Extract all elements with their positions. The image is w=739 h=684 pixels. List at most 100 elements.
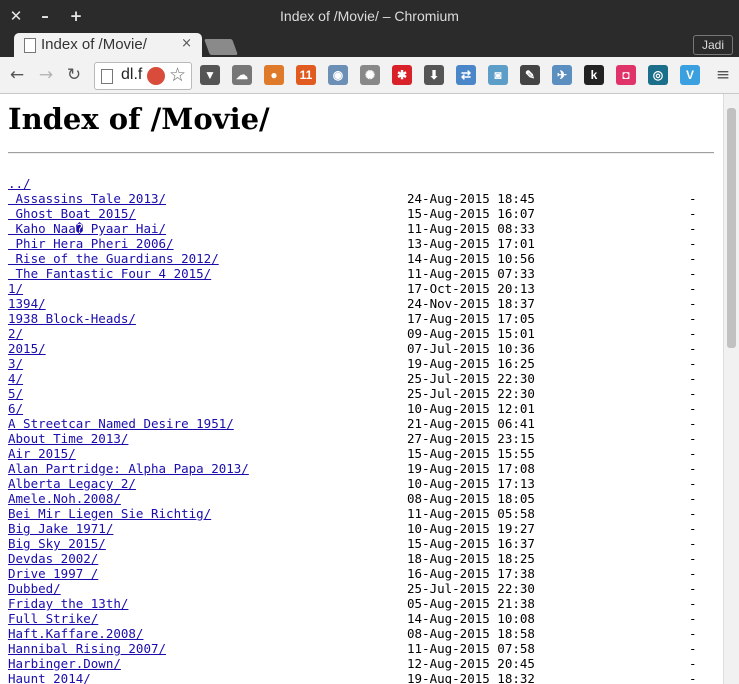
entry-link[interactable]: Air 2015/ xyxy=(8,446,76,461)
entry-date: 19-Aug-2015 18:32 xyxy=(407,671,535,684)
entry-size: - xyxy=(689,401,697,416)
listing-row: 1394/24-Nov-2015 18:37 - xyxy=(8,296,708,311)
entry-link[interactable]: Drive 1997 / xyxy=(8,566,98,581)
entry-date: 19-Aug-2015 16:25 xyxy=(407,356,535,371)
entry-link[interactable]: Big Jake 1971/ xyxy=(8,521,113,536)
entry-link[interactable]: Alberta Legacy 2/ xyxy=(8,476,136,491)
listing-row: Assassins Tale 2013/24-Aug-2015 18:45 - xyxy=(8,191,708,206)
entry-link[interactable]: Harbinger.Down/ xyxy=(8,656,121,671)
entry-size: - xyxy=(689,551,697,566)
entry-size: - xyxy=(689,566,697,581)
new-tab-button[interactable] xyxy=(204,39,238,55)
entry-link[interactable]: Devdas 2002/ xyxy=(8,551,98,566)
entry-link[interactable]: 4/ xyxy=(8,371,23,386)
menu-icon[interactable]: ≡ xyxy=(714,65,732,85)
entry-link[interactable]: Full Strike/ xyxy=(8,611,98,626)
wave-icon[interactable]: ◎ xyxy=(648,65,668,85)
entry-link[interactable]: Bei Mir Liegen Sie Richtig/ xyxy=(8,506,211,521)
entry-size: - xyxy=(689,521,697,536)
scrollbar[interactable] xyxy=(723,94,739,684)
entry-link[interactable]: 1/ xyxy=(8,281,23,296)
url-text[interactable]: dl.f xyxy=(121,66,142,84)
chat-icon[interactable]: ◘ xyxy=(616,65,636,85)
entry-size: - xyxy=(689,296,697,311)
reload-button[interactable]: ↻ xyxy=(64,65,84,85)
owl-icon[interactable]: ◉ xyxy=(328,65,348,85)
page-icon xyxy=(101,69,113,84)
entry-date: 16-Aug-2015 17:38 xyxy=(407,566,535,581)
profile-button[interactable]: Jadi xyxy=(692,35,733,55)
fox-icon[interactable]: ● xyxy=(264,65,284,85)
entry-link[interactable]: Haunt 2014/ xyxy=(8,671,91,684)
entry-link[interactable]: 2/ xyxy=(8,326,23,341)
entry-link[interactable]: Dubbed/ xyxy=(8,581,61,596)
entry-link[interactable]: Hannibal Rising 2007/ xyxy=(8,641,166,656)
entry-link[interactable]: Assassins Tale 2013/ xyxy=(8,191,167,206)
entry-link[interactable]: 5/ xyxy=(8,386,23,401)
entry-link[interactable]: About Time 2013/ xyxy=(8,431,128,446)
extension-badge-icon[interactable] xyxy=(147,67,165,85)
entry-link[interactable]: ../ xyxy=(8,176,31,191)
tab-close-icon[interactable]: × xyxy=(181,36,192,51)
entry-date: 09-Aug-2015 15:01 xyxy=(407,326,535,341)
entry-date: 27-Aug-2015 23:15 xyxy=(407,431,535,446)
entry-size: - xyxy=(689,221,697,236)
eyedropper-icon[interactable]: ✎ xyxy=(520,65,540,85)
entry-link[interactable]: 1394/ xyxy=(8,296,46,311)
entry-date: 15-Aug-2015 16:07 xyxy=(407,206,535,221)
entry-link[interactable]: The Fantastic Four 4 2015/ xyxy=(8,266,212,281)
entry-link[interactable]: A Streetcar Named Desire 1951/ xyxy=(8,416,234,431)
entry-size: - xyxy=(689,596,697,611)
translate-icon[interactable]: ⇄ xyxy=(456,65,476,85)
listing-row: Big Sky 2015/15-Aug-2015 16:37 - xyxy=(8,536,708,551)
entry-link[interactable]: Friday the 13th/ xyxy=(8,596,128,611)
satellite-icon[interactable]: ✈ xyxy=(552,65,572,85)
entry-link[interactable]: 6/ xyxy=(8,401,23,416)
entry-link[interactable]: Big Sky 2015/ xyxy=(8,536,106,551)
entry-date: 08-Aug-2015 18:58 xyxy=(407,626,535,641)
camera-icon[interactable]: ◙ xyxy=(488,65,508,85)
entry-date: 25-Jul-2015 22:30 xyxy=(407,371,535,386)
listing-row: Big Jake 1971/10-Aug-2015 19:27 - xyxy=(8,521,708,536)
entry-link[interactable]: Rise of the Guardians 2012/ xyxy=(8,251,219,266)
entry-size: - xyxy=(689,356,697,371)
asterisk-icon[interactable]: ✱ xyxy=(392,65,412,85)
entry-link[interactable]: Haft.Kaffare.2008/ xyxy=(8,626,143,641)
bookmark-star-icon[interactable]: ☆ xyxy=(169,64,186,86)
entry-link[interactable]: Amele.Noh.2008/ xyxy=(8,491,121,506)
k-icon[interactable]: k xyxy=(584,65,604,85)
listing-row: 1/17-Oct-2015 20:13 - xyxy=(8,281,708,296)
entry-date: 10-Aug-2015 12:01 xyxy=(407,401,535,416)
entry-date: 24-Aug-2015 18:45 xyxy=(407,191,535,206)
listing-row: Rise of the Guardians 2012/14-Aug-2015 1… xyxy=(8,251,708,266)
rss-counter-icon[interactable]: 11 xyxy=(296,65,316,85)
entry-date: 25-Jul-2015 22:30 xyxy=(407,386,535,401)
v-icon[interactable]: V xyxy=(680,65,700,85)
entry-size: - xyxy=(689,386,697,401)
entry-link[interactable]: 3/ xyxy=(8,356,23,371)
entry-size: - xyxy=(689,251,697,266)
entry-link[interactable]: 2015/ xyxy=(8,341,46,356)
cloud-icon[interactable]: ☁ xyxy=(232,65,252,85)
download-icon[interactable]: ⬇ xyxy=(424,65,444,85)
entry-size: - xyxy=(689,266,697,281)
window-title: Index of /Movie/ – Chromium xyxy=(280,8,459,24)
film-reel-icon[interactable]: ✺ xyxy=(360,65,380,85)
scrollbar-thumb[interactable] xyxy=(727,108,736,348)
entry-link[interactable]: 1938 Block-Heads/ xyxy=(8,311,136,326)
entry-size: - xyxy=(689,431,697,446)
listing-row: Haft.Kaffare.2008/08-Aug-2015 18:58 - xyxy=(8,626,708,641)
entry-link[interactable]: Kaho Naa� Pyaar Hai/ xyxy=(8,221,167,236)
divider xyxy=(8,152,714,154)
entry-link[interactable]: Phir Hera Pheri 2006/ xyxy=(8,236,174,251)
address-bar[interactable]: dl.f ☆ xyxy=(94,62,192,90)
tab-index-of-movie[interactable]: Index of /Movie/ × xyxy=(14,33,202,57)
forward-button[interactable]: → xyxy=(36,65,56,85)
listing-row: Friday the 13th/05-Aug-2015 21:38 - xyxy=(8,596,708,611)
entry-link[interactable]: Alan Partridge: Alpha Papa 2013/ xyxy=(8,461,249,476)
back-button[interactable]: ← xyxy=(7,65,27,85)
entry-size: - xyxy=(689,446,697,461)
listing-row: The Fantastic Four 4 2015/11-Aug-2015 07… xyxy=(8,266,708,281)
entry-link[interactable]: Ghost Boat 2015/ xyxy=(8,206,136,221)
pocket-icon[interactable]: ▼ xyxy=(200,65,220,85)
